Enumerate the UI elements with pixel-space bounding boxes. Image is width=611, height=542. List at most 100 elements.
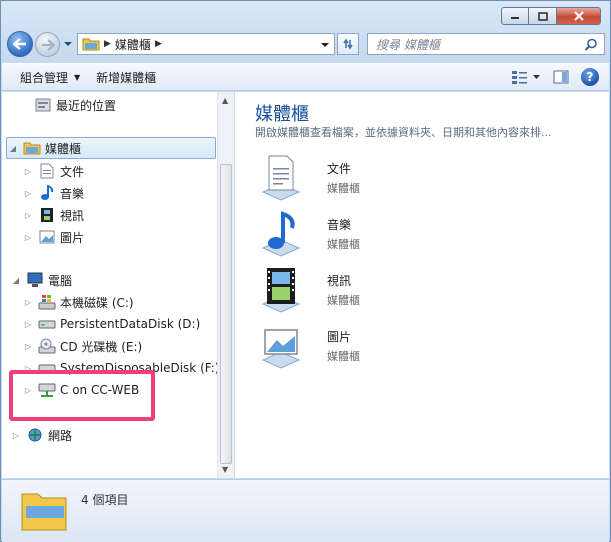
library-name: 圖片 — [327, 330, 352, 344]
nav-item-recent[interactable]: 最近的位置 — [30, 94, 116, 116]
documents-icon — [38, 162, 56, 180]
nav-item-documents[interactable]: ▷ 文件 — [22, 160, 84, 182]
libraries-icon — [23, 139, 41, 157]
highlight-annotation — [9, 370, 155, 421]
breadcrumb-separator[interactable]: ▶ — [155, 39, 162, 49]
nav-item-network[interactable]: ▷ 網路 — [10, 424, 72, 446]
nav-item-computer[interactable]: ◢ 電腦 — [10, 269, 72, 291]
nav-scrollbar[interactable]: ▲ ▼ — [217, 92, 234, 478]
cd-drive-icon — [38, 337, 56, 355]
close-icon — [573, 11, 584, 21]
documents-library-icon — [255, 152, 307, 204]
library-item-music[interactable]: 音樂 媒體櫃 — [255, 208, 360, 260]
scroll-down-icon[interactable]: ▼ — [222, 465, 228, 474]
scroll-up-icon[interactable]: ▲ — [222, 96, 228, 105]
new-library-label: 新增媒體櫃 — [96, 70, 157, 85]
pictures-library-icon — [255, 320, 307, 372]
nav-item-drive-e[interactable]: ▷ CD 光碟機 (E:) — [22, 335, 142, 357]
new-library-button[interactable]: 新增媒體櫃 — [88, 64, 164, 90]
preview-pane-icon[interactable] — [553, 70, 569, 84]
nav-item-pictures[interactable]: ▷ 圖片 — [22, 226, 84, 248]
library-type: 媒體櫃 — [327, 182, 360, 195]
library-item-videos[interactable]: 視訊 媒體櫃 — [255, 264, 360, 316]
nav-label: 網路 — [48, 428, 73, 443]
collapsed-arrow-icon[interactable]: ▷ — [22, 189, 34, 198]
library-item-documents[interactable]: 文件 媒體櫃 — [255, 152, 360, 204]
refresh-button[interactable] — [337, 33, 359, 55]
recent-places-icon — [34, 96, 52, 114]
forward-button[interactable] — [35, 32, 60, 57]
content-pane: 媒體櫃 開啟媒體櫃查看檔案，並依據資料夾、日期和其他內容來排... 文件 媒體櫃 — [235, 92, 609, 478]
command-bar: 組合管理 ▼ 新增媒體櫃 ? — [2, 63, 609, 91]
hard-drive-icon — [38, 315, 56, 333]
nav-item-drive-c[interactable]: ▷ 本機磁碟 (C:) — [22, 291, 134, 313]
caption-buttons — [501, 7, 601, 25]
library-type: 媒體櫃 — [327, 350, 360, 363]
library-text: 視訊 媒體櫃 — [327, 272, 360, 308]
minimize-button[interactable] — [501, 7, 529, 25]
nav-item-music[interactable]: ▷ 音樂 — [22, 182, 84, 204]
nav-label: 本機磁碟 (C:) — [60, 295, 134, 310]
chevron-down-icon: ▼ — [74, 72, 81, 82]
collapsed-arrow-icon[interactable]: ▷ — [10, 431, 22, 440]
picture-icon — [38, 228, 56, 246]
nav-item-videos[interactable]: ▷ 視訊 — [22, 204, 84, 226]
nav-label: CD 光碟機 (E:) — [60, 339, 143, 354]
collapsed-arrow-icon[interactable]: ▷ — [22, 167, 34, 176]
nav-item-libraries[interactable]: ◢ 媒體櫃 — [6, 137, 216, 159]
address-bar[interactable]: ▶ 媒體櫃 ▶ — [77, 33, 335, 55]
videos-library-icon — [255, 264, 307, 316]
computer-icon — [26, 271, 44, 289]
collapsed-arrow-icon[interactable]: ▷ — [22, 298, 34, 307]
collapsed-arrow-icon[interactable]: ▷ — [22, 233, 34, 242]
page-title: 媒體櫃 — [255, 104, 309, 125]
collapsed-arrow-icon[interactable]: ▷ — [22, 211, 34, 220]
refresh-icon — [343, 38, 353, 50]
help-icon[interactable]: ? — [581, 68, 599, 86]
collapsed-arrow-icon[interactable]: ▷ — [22, 320, 34, 329]
music-note-icon — [38, 184, 56, 202]
library-type: 媒體櫃 — [327, 238, 360, 251]
organize-label: 組合管理 — [20, 70, 69, 85]
search-placeholder: 搜尋 媒體櫃 — [376, 37, 440, 52]
address-row: ▶ 媒體櫃 ▶ 搜尋 媒體櫃 — [5, 30, 605, 60]
breadcrumb-separator: ▶ — [104, 39, 111, 49]
library-type: 媒體櫃 — [327, 294, 360, 307]
nav-label: PersistentDataDisk (D:) — [60, 317, 201, 331]
library-name: 視訊 — [327, 274, 352, 288]
library-item-pictures[interactable]: 圖片 媒體櫃 — [255, 320, 360, 372]
film-icon — [38, 206, 56, 224]
nav-item-drive-d[interactable]: ▷ PersistentDataDisk (D:) — [22, 313, 200, 335]
collapsed-arrow-icon[interactable]: ▷ — [22, 342, 34, 351]
nav-label: 電腦 — [48, 273, 73, 288]
nav-label: 圖片 — [60, 230, 85, 245]
library-name: 文件 — [327, 162, 352, 176]
library-text: 音樂 媒體櫃 — [327, 216, 360, 252]
maximize-button[interactable] — [529, 7, 557, 25]
scroll-thumb[interactable] — [220, 164, 232, 464]
search-icon[interactable] — [584, 38, 598, 52]
back-button[interactable] — [7, 31, 33, 57]
search-input[interactable]: 搜尋 媒體櫃 — [367, 33, 605, 55]
library-text: 圖片 媒體櫃 — [327, 328, 360, 364]
network-icon — [26, 426, 44, 444]
nav-label: 視訊 — [60, 208, 85, 223]
page-subtitle: 開啟媒體櫃查看檔案，並依據資料夾、日期和其他內容來排... — [255, 126, 552, 139]
arrow-left-icon — [13, 38, 26, 50]
close-button[interactable] — [557, 7, 601, 25]
music-library-icon — [255, 208, 307, 260]
library-folder-icon — [21, 493, 67, 531]
recent-pages-dropdown[interactable] — [63, 39, 73, 49]
expanded-arrow-icon[interactable]: ◢ — [7, 144, 19, 153]
maximize-icon — [537, 11, 548, 21]
expanded-arrow-icon[interactable]: ◢ — [10, 276, 22, 285]
breadcrumb-libraries[interactable]: 媒體櫃 — [115, 36, 151, 53]
details-pane: 4 個項目 — [2, 479, 609, 542]
change-view-icon[interactable] — [511, 70, 541, 84]
explorer-window: ▶ 媒體櫃 ▶ 搜尋 媒體櫃 組合管理 ▼ 新增媒體櫃 ? 最近的位置 ◢ 媒體… — [0, 0, 611, 542]
toolbar-right: ? — [511, 68, 599, 86]
organize-button[interactable]: 組合管理 ▼ — [2, 64, 88, 90]
library-text: 文件 媒體櫃 — [327, 160, 360, 196]
library-name: 音樂 — [327, 218, 352, 232]
address-dropdown-icon[interactable] — [320, 40, 330, 50]
